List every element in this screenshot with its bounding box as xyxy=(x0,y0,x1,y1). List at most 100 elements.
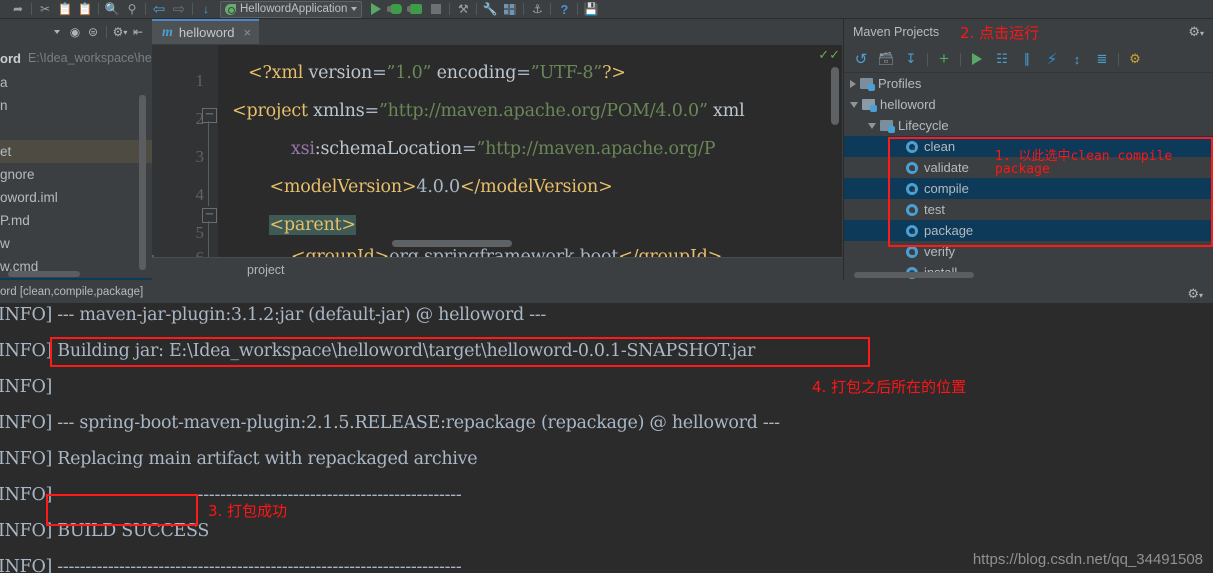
toolbar-divider xyxy=(449,3,451,15)
install-icon[interactable]: ⚓ xyxy=(527,1,547,17)
list-item[interactable]: n.xml xyxy=(0,278,152,280)
tree-item-clean[interactable]: clean xyxy=(844,136,1213,157)
tree-item-helloword[interactable]: helloword xyxy=(844,94,1213,115)
collapse-all-icon[interactable]: ⊜ xyxy=(85,24,101,40)
stop-icon[interactable] xyxy=(426,1,446,17)
project-tool-window[interactable]: ord E:\Idea_workspace\he a n et gnore ow… xyxy=(0,45,152,280)
toggle-skip-tests-icon[interactable]: ∥ xyxy=(1016,49,1038,69)
editor-gutter[interactable]: 1 2 3 4 5 6 ─ ─ xyxy=(152,45,218,257)
tree-item-verify[interactable]: verify xyxy=(844,241,1213,262)
redo-icon[interactable]: ➦ xyxy=(8,1,28,17)
list-item[interactable]: oword.iml xyxy=(0,186,152,209)
chevron-down-icon[interactable] xyxy=(49,24,65,40)
run-icon[interactable] xyxy=(366,1,386,17)
folder-profiles-icon xyxy=(860,78,875,91)
tree-item-compile[interactable]: compile xyxy=(844,178,1213,199)
code-editor[interactable]: 1 2 3 4 5 6 ─ ─ <?xml version=”1.0” enco… xyxy=(152,45,842,257)
fold-marker-icon[interactable]: ─ xyxy=(202,208,217,223)
add-icon[interactable]: + xyxy=(933,49,955,69)
goal-gear-icon xyxy=(906,140,918,153)
debug-icon[interactable] xyxy=(386,1,406,17)
console-output[interactable]: INFO] --- maven-jar-plugin:3.1.2:jar (de… xyxy=(0,303,1213,573)
toolbar-divider xyxy=(476,3,478,15)
list-item[interactable]: w xyxy=(0,232,152,255)
list-item[interactable]: n xyxy=(0,94,152,117)
breadcrumb-item[interactable]: project xyxy=(247,263,285,277)
list-item[interactable]: et xyxy=(0,140,152,163)
list-item[interactable]: gnore xyxy=(0,163,152,186)
chevron-down-icon[interactable] xyxy=(850,101,858,108)
code-line: <?xml version=”1.0” encoding=”UTF-8”?> xyxy=(248,63,626,83)
paste-icon[interactable]: 📋 xyxy=(75,1,95,17)
forward-icon[interactable]: ⇨ xyxy=(169,1,189,18)
build-icon[interactable]: ⚒ xyxy=(453,1,473,17)
editor-horizontal-scrollbar[interactable] xyxy=(392,240,512,247)
maven-settings-icon[interactable]: ⚙ xyxy=(1124,49,1146,69)
run-tab-title[interactable]: ord [clean,compile,package] xyxy=(0,286,143,298)
tree-item-label: test xyxy=(924,202,945,217)
execute-goal-icon[interactable]: ☷ xyxy=(991,49,1013,69)
chevron-down-icon[interactable] xyxy=(351,7,358,11)
toolbar-divider xyxy=(960,52,961,66)
maven-horizontal-scrollbar[interactable] xyxy=(854,272,974,278)
tree-item-label: Profiles xyxy=(878,76,922,91)
collapse-all-icon[interactable]: ≣ xyxy=(1091,49,1113,69)
goal-gear-icon xyxy=(906,161,918,174)
settings-gear-icon[interactable]: ⚙▾ xyxy=(112,24,128,40)
goal-gear-icon xyxy=(906,224,918,237)
maven-tree[interactable]: Profiles helloword Lifecycle clean valid… xyxy=(844,73,1213,280)
tree-item-validate[interactable]: validate xyxy=(844,157,1213,178)
tree-item-label: verify xyxy=(924,244,956,259)
tree-item-lifecycle[interactable]: Lifecycle xyxy=(844,115,1213,136)
spring-leaf-icon xyxy=(225,3,236,15)
search-icon[interactable]: 🔍 xyxy=(102,1,122,17)
copy-icon[interactable]: 📋 xyxy=(55,1,75,17)
download-sources-icon[interactable]: 🗃 xyxy=(875,49,897,69)
sidebar-vertical-scrollbar[interactable] xyxy=(139,95,146,270)
chevron-right-icon[interactable] xyxy=(850,79,856,88)
chevron-down-icon[interactable] xyxy=(868,122,876,129)
save-all-icon[interactable]: 💾 xyxy=(581,1,601,17)
generate-sources-icon[interactable]: ⚡ xyxy=(1041,49,1063,69)
offline-mode-icon[interactable]: ↧ xyxy=(900,49,922,69)
toolbar-divider xyxy=(145,3,146,15)
list-item[interactable]: P.md xyxy=(0,209,152,232)
editor-vertical-scrollbar[interactable] xyxy=(831,67,839,125)
coverage-icon[interactable] xyxy=(406,1,426,17)
settings-wrench-icon[interactable]: 🔧 xyxy=(480,1,500,17)
tree-item-label: Lifecycle xyxy=(898,118,949,133)
list-item[interactable]: a xyxy=(0,71,152,94)
back-icon[interactable]: ⇦ xyxy=(149,1,169,18)
line-number: 3 xyxy=(195,147,205,166)
list-item[interactable] xyxy=(0,117,152,140)
cut-icon[interactable]: ✂ xyxy=(35,1,55,17)
tab-helloword[interactable]: m helloword × xyxy=(152,19,260,44)
tree-item-package[interactable]: package xyxy=(844,220,1213,241)
console-line: INFO] xyxy=(0,377,53,397)
tree-item-test[interactable]: test xyxy=(844,199,1213,220)
settings-gear-icon[interactable]: ⚙▾ xyxy=(1188,24,1204,40)
breadcrumb[interactable]: project xyxy=(152,257,842,281)
editor-code-area[interactable]: <?xml version=”1.0” encoding=”UTF-8”?> <… xyxy=(218,45,842,257)
expand-all-icon[interactable]: ↕ xyxy=(1066,49,1088,69)
sidebar-horizontal-scrollbar[interactable] xyxy=(8,271,80,277)
tree-item-profiles[interactable]: Profiles xyxy=(844,73,1213,94)
run-configuration-selector[interactable]: HellowordApplication xyxy=(220,0,363,18)
run-maven-build-icon[interactable] xyxy=(966,49,988,69)
locate-icon[interactable]: ◉ xyxy=(67,24,83,40)
project-structure-icon[interactable] xyxy=(500,1,520,17)
sort-numeric-icon[interactable]: ↓ xyxy=(196,1,216,17)
project-root-row[interactable]: ord E:\Idea_workspace\he xyxy=(0,45,152,71)
maven-toolbar: ↺ 🗃 ↧ + ☷ ∥ ⚡ ↕ ≣ ⚙ xyxy=(844,46,1213,73)
close-icon[interactable]: × xyxy=(244,25,252,40)
tree-item-label: compile xyxy=(924,181,969,196)
hide-panel-icon[interactable]: ⇤ xyxy=(130,24,146,40)
run-tool-window-header: ord [clean,compile,package] xyxy=(0,281,1213,304)
maven-projects-tool-window[interactable]: Maven Projects ⚙▾ ↺ 🗃 ↧ + ☷ ∥ ⚡ ↕ ≣ ⚙ Pr… xyxy=(843,19,1213,280)
reimport-icon[interactable]: ↺ xyxy=(850,49,872,69)
fold-marker-icon[interactable]: ─ xyxy=(202,108,217,123)
settings-gear-icon[interactable]: ⚙▾ xyxy=(1187,286,1203,302)
toolbar-divider xyxy=(192,3,193,15)
replace-icon[interactable]: ⚲ xyxy=(122,1,142,17)
help-icon[interactable]: ? xyxy=(554,1,574,17)
